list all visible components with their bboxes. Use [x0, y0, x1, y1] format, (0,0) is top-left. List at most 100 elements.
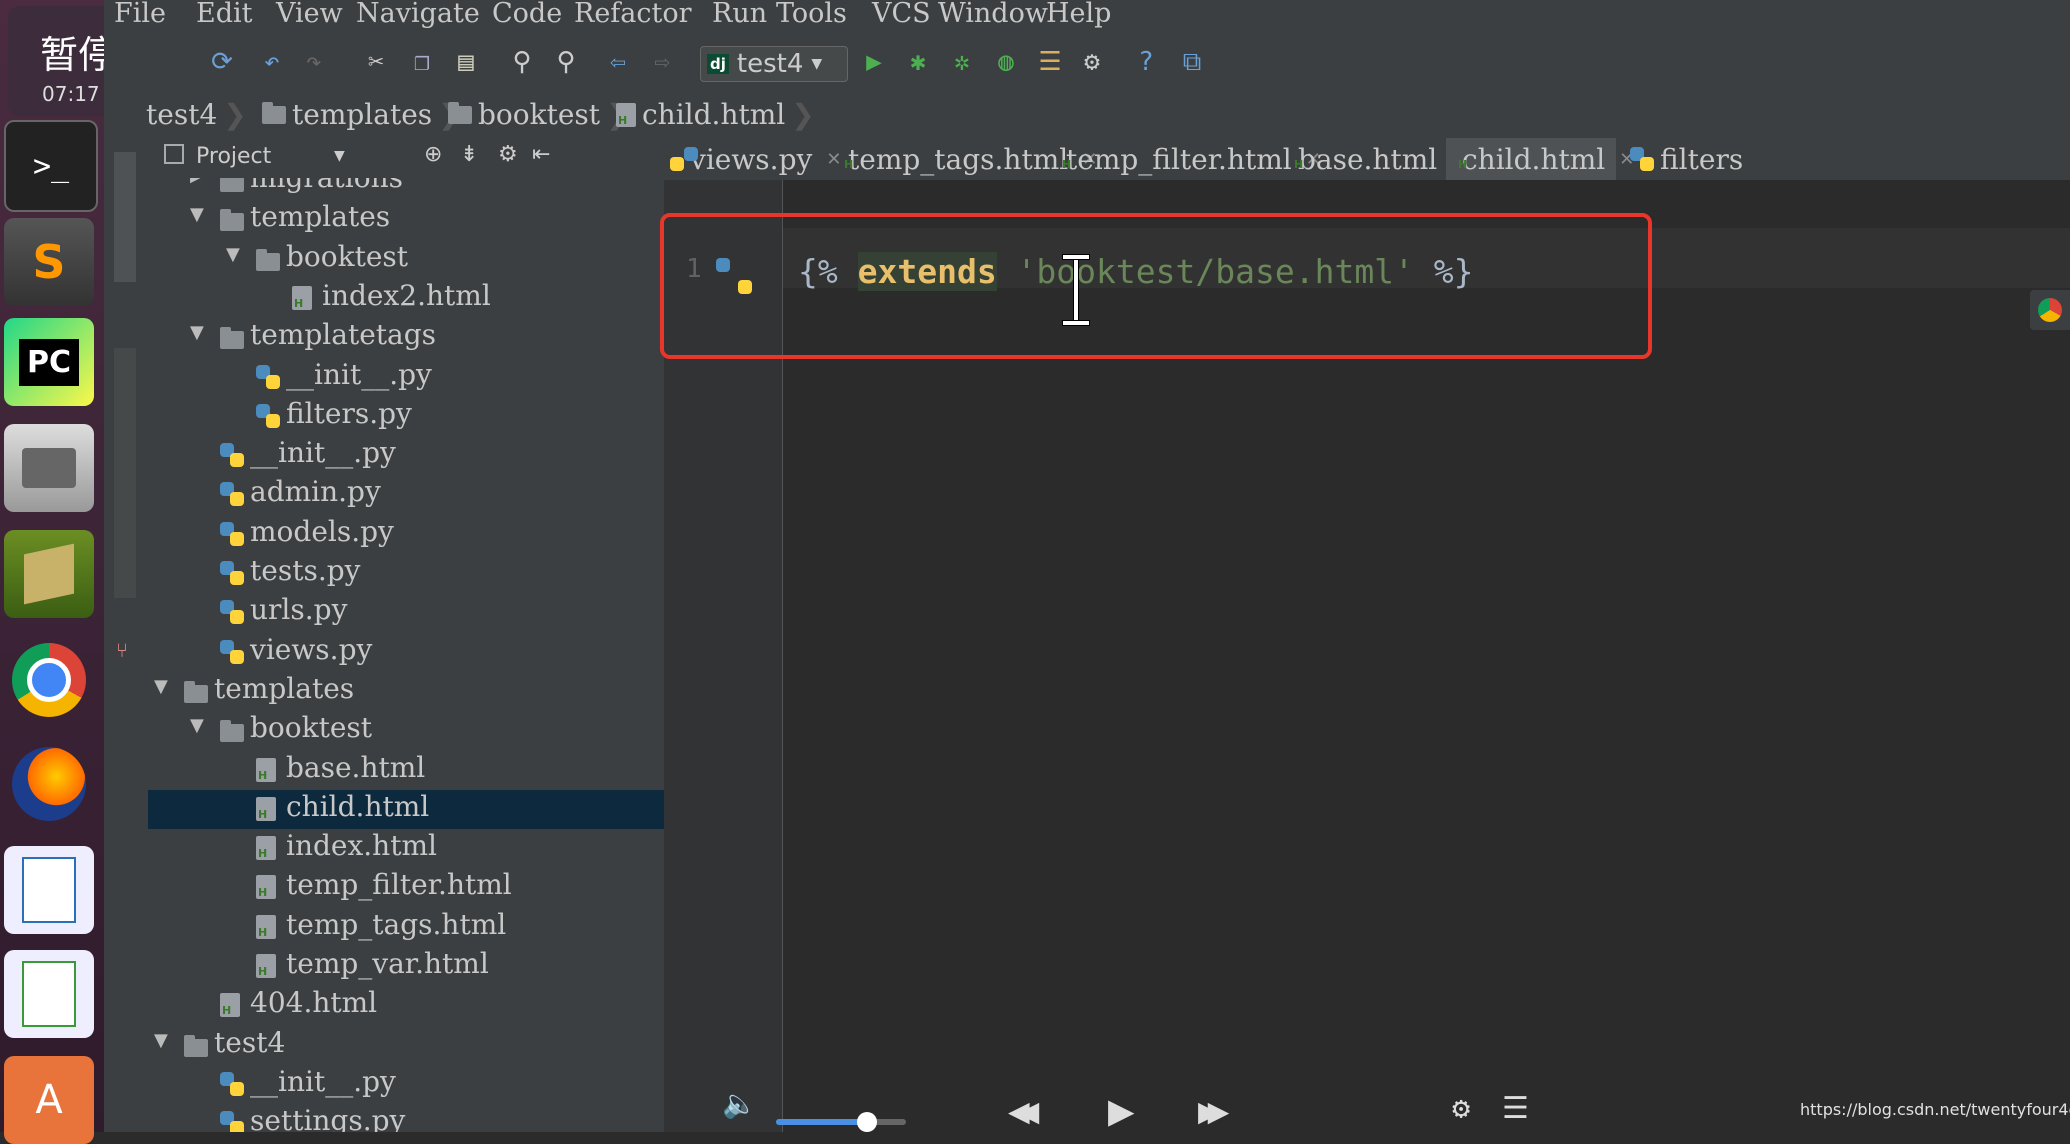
tree-item-child-html[interactable]: child.html [148, 789, 664, 829]
structure-tool-tab[interactable] [114, 348, 136, 598]
gear-icon[interactable]: ⚙ [498, 142, 518, 167]
tree-item-templatetags[interactable]: ▼ templatetags [148, 318, 664, 357]
paste-icon[interactable]: ▤ [448, 44, 484, 80]
expand-arrow-icon[interactable]: ▼ [190, 322, 204, 343]
menu-refactor[interactable]: Refactor [574, 0, 692, 29]
hide-panel-icon[interactable]: ⇤ [532, 142, 550, 167]
tree-item-test4[interactable]: ▼ test4 [148, 1026, 664, 1065]
breadcrumb-booktest[interactable]: booktest❯ [448, 98, 630, 131]
breadcrumb-templates[interactable]: templates❯ [262, 98, 462, 131]
tasks-icon[interactable]: ☰ [1032, 44, 1068, 80]
expand-arrow-icon[interactable]: ▼ [226, 244, 240, 265]
forward-icon[interactable]: ⇨ [644, 44, 680, 80]
menu-tools[interactable]: Tools [776, 0, 847, 29]
run-icon[interactable]: ▶ [856, 44, 892, 80]
expand-arrow-icon[interactable]: ▼ [190, 204, 204, 225]
tree-item-index2-html[interactable]: index2.html [148, 279, 664, 318]
copy-icon[interactable]: ❐ [404, 44, 440, 80]
tree-item-temp-tags-html[interactable]: temp_tags.html [148, 908, 664, 947]
tree-item-temp-var-html[interactable]: temp_var.html [148, 947, 664, 986]
tree-item-temp-filter-html[interactable]: temp_filter.html [148, 868, 664, 907]
tree-item-init-py[interactable]: __init__.py [148, 1065, 664, 1104]
tab-child-html[interactable]: child.html ✕ [1446, 138, 1634, 180]
run-config-selector[interactable]: dj test4 ▼ [700, 46, 848, 82]
file-manager-icon[interactable] [4, 424, 94, 512]
expand-arrow-icon[interactable]: ▼ [154, 1030, 168, 1051]
profile-icon[interactable]: ◍ [988, 44, 1024, 80]
favorites-icon[interactable]: ⑂ [116, 638, 128, 662]
menu-navigate[interactable]: Navigate [356, 0, 480, 29]
tab-temp-filter-html[interactable]: temp_filter.html ✕ [1050, 138, 1321, 180]
tree-item-init-py[interactable]: __init__.py [148, 436, 664, 475]
play-icon[interactable]: ▶ [1108, 1085, 1135, 1136]
replace-icon[interactable]: ⚲ [548, 44, 584, 80]
debug-icon[interactable]: ✱ [900, 44, 936, 80]
collapse-all-icon[interactable]: ⇟ [460, 142, 478, 167]
tree-item-urls-py[interactable]: urls.py [148, 593, 664, 632]
scroll-from-source-icon[interactable]: ⊕ [424, 142, 442, 167]
menu-vcs[interactable]: VCS [872, 0, 931, 29]
help-icon[interactable]: ? [1128, 44, 1164, 80]
terminal-icon[interactable]: >_ [4, 120, 98, 212]
breadcrumb-project[interactable]: test4 ❯ [146, 98, 247, 131]
find-icon[interactable]: ⚲ [504, 44, 540, 80]
calc-icon[interactable] [4, 950, 94, 1038]
redo-icon[interactable]: ↷ [296, 44, 332, 80]
fast-forward-icon[interactable]: ▶▶ [1198, 1091, 1230, 1132]
menu-window[interactable]: Window [938, 0, 1048, 29]
tree-item-migrations[interactable]: ▶ migrations [148, 178, 664, 200]
undo-icon[interactable]: ↶ [254, 44, 290, 80]
chrome-icon[interactable] [4, 636, 94, 724]
tree-item-booktest[interactable]: ▼ booktest [148, 240, 664, 279]
tree-item-index-html[interactable]: index.html [148, 829, 664, 868]
tree-item-views-py[interactable]: views.py [148, 633, 664, 672]
tree-item-settings-py[interactable]: settings.py [148, 1104, 664, 1132]
settings-wrench-icon[interactable]: ⚙ [1074, 44, 1110, 80]
expand-arrow-icon[interactable]: ▼ [154, 676, 168, 697]
tree-item-filters-py[interactable]: filters.py [148, 397, 664, 436]
volume-knob[interactable] [857, 1112, 877, 1132]
tab-views-py[interactable]: views.py ✕ [670, 138, 841, 180]
firefox-icon[interactable] [4, 740, 94, 828]
volume-slider[interactable] [776, 1112, 906, 1132]
software-center-icon[interactable]: A [4, 1056, 94, 1144]
project-tool-tab[interactable] [114, 152, 136, 282]
writer-icon[interactable] [4, 846, 94, 934]
menu-run[interactable]: Run [712, 0, 767, 29]
breadcrumb-file[interactable]: child.html❯ [616, 98, 815, 131]
project-panel-title[interactable]: Project [196, 144, 271, 169]
tab-temp-tags-html[interactable]: temp_tags.html ✕ [832, 138, 1097, 180]
tree-item-booktest[interactable]: ▼ booktest [148, 711, 664, 750]
tab-filters[interactable]: filters [1620, 138, 2070, 180]
cut-icon[interactable]: ✂ [358, 44, 394, 80]
tree-item-templates[interactable]: ▼ templates [148, 672, 664, 711]
gear-icon[interactable]: ⚙ [1452, 1091, 1470, 1126]
tab-base-html[interactable]: base.html✕ [1282, 138, 1466, 180]
tree-item-admin-py[interactable]: admin.py [148, 475, 664, 514]
menu-edit[interactable]: Edit [196, 0, 252, 29]
sync-icon[interactable]: ⟳ [204, 44, 240, 80]
coverage-icon[interactable]: ✲ [944, 44, 980, 80]
tree-item-models-py[interactable]: models.py [148, 515, 664, 554]
expand-arrow-icon[interactable]: ▼ [190, 715, 204, 736]
menu-help[interactable]: Help [1046, 0, 1111, 29]
vcs-icon[interactable]: ⧉ [1174, 44, 1210, 80]
back-icon[interactable]: ⇦ [600, 44, 636, 80]
sublime-text-icon[interactable]: S [4, 218, 94, 306]
books-icon[interactable] [4, 530, 94, 618]
chevron-down-icon[interactable]: ▼ [334, 148, 345, 164]
menu-file[interactable]: File [114, 0, 166, 29]
tree-item-templates[interactable]: ▼ templates [148, 200, 664, 239]
collapse-arrow-icon[interactable]: ▶ [190, 178, 204, 186]
playlist-icon[interactable]: ☰ [1502, 1091, 1529, 1126]
tree-item-base-html[interactable]: base.html [148, 751, 664, 790]
tree-item-init-py[interactable]: __init__.py [148, 358, 664, 397]
tree-item-tests-py[interactable]: tests.py [148, 554, 664, 593]
menu-view[interactable]: View [276, 0, 343, 29]
menu-code[interactable]: Code [492, 0, 562, 29]
volume-icon[interactable]: 🔈 [722, 1087, 757, 1120]
rewind-icon[interactable]: ◀◀ [1008, 1091, 1040, 1132]
browser-preview-icon[interactable] [2030, 290, 2070, 330]
pycharm-icon[interactable]: PC [4, 318, 94, 406]
tree-item-404-html[interactable]: 404.html [148, 986, 664, 1025]
